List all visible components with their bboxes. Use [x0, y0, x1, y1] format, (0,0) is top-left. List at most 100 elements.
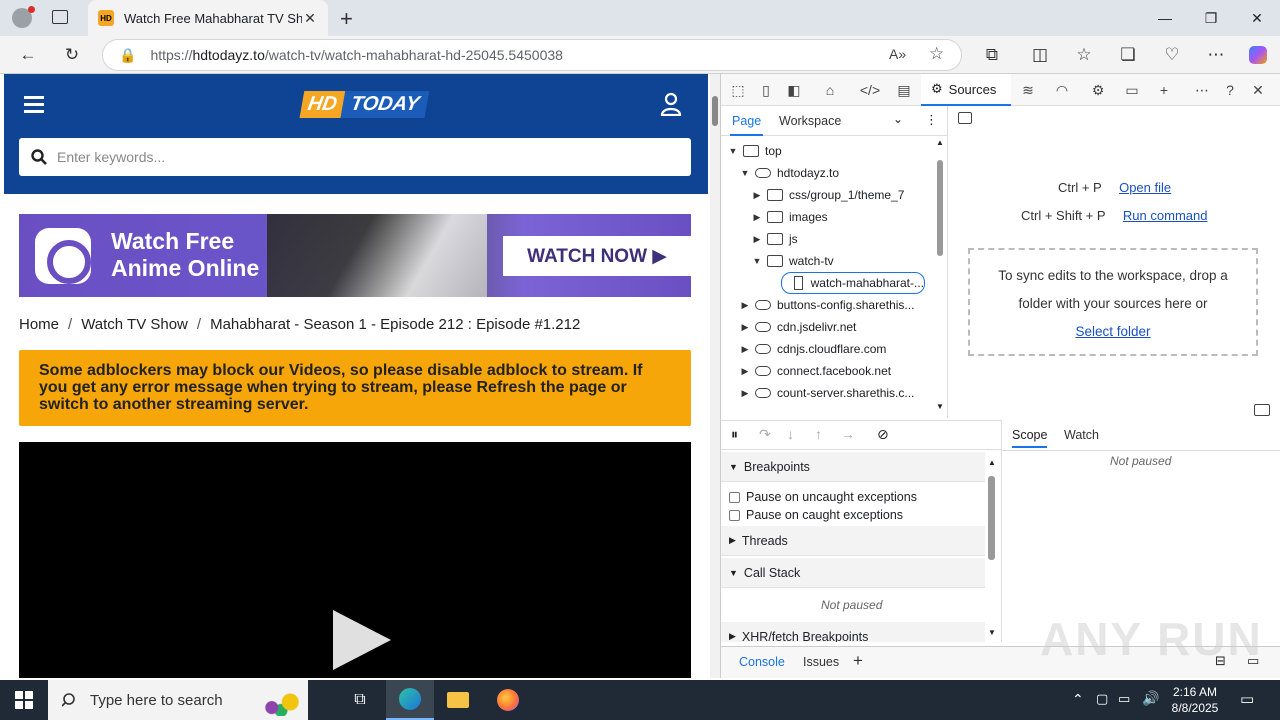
user-icon[interactable] [660, 92, 682, 117]
application-icon[interactable]: ▭ [1121, 80, 1143, 100]
extensions-icon[interactable]: ⧉ [978, 42, 1006, 68]
console-icon[interactable]: ▤ [893, 80, 915, 100]
tree-item[interactable]: ▶ images [721, 206, 828, 228]
tab-watch[interactable]: Watch [1064, 428, 1099, 442]
collections-icon[interactable]: ❏ [1114, 42, 1142, 68]
step-over-icon[interactable]: ↷ [759, 426, 771, 443]
new-tab-icon[interactable]: + [340, 6, 353, 32]
tab-actions-icon[interactable] [52, 10, 68, 24]
pause-caught-checkbox[interactable]: Pause on caught exceptions [729, 508, 903, 522]
run-command-link[interactable]: Run command [1123, 208, 1208, 223]
expand-open-icon[interactable]: ▼ [739, 168, 751, 178]
edge-taskbar-icon[interactable] [386, 680, 434, 720]
firefox-icon[interactable] [484, 680, 532, 720]
read-aloud-icon[interactable]: A» [889, 46, 906, 62]
site-info-icon[interactable]: 🔒 [119, 47, 136, 64]
tab-issues[interactable]: Issues [803, 655, 839, 669]
browser-tab[interactable]: HD Watch Free Mahabharat TV Show ✕ [88, 0, 328, 36]
file-tree-scrollbar[interactable]: ▲ ▼ [933, 136, 947, 416]
help-icon[interactable]: ? [1219, 80, 1241, 100]
restore-button[interactable]: ❐ [1188, 0, 1234, 36]
network-tray-icon[interactable]: ▭ [1118, 691, 1130, 707]
tab-close-icon[interactable]: ✕ [302, 10, 318, 27]
banner-watch-now-button[interactable]: WATCH NOW ▶ [503, 236, 691, 276]
expand-closed-icon[interactable]: ▶ [739, 300, 751, 311]
search-input[interactable] [57, 149, 657, 165]
expand-open-icon[interactable]: ▼ [751, 256, 763, 266]
expand-closed-icon[interactable]: ▶ [739, 388, 751, 399]
video-player[interactable] [19, 442, 691, 678]
tree-item[interactable]: ▶ connect.facebook.net [721, 360, 892, 382]
show-navigator-icon[interactable] [958, 112, 972, 124]
tree-item[interactable]: ▶ count-server.sharethis.c... [721, 382, 915, 404]
tree-item[interactable]: ▼ watch-tv [721, 250, 834, 272]
refresh-icon[interactable]: ↻ [58, 42, 86, 68]
tree-item[interactable]: ▶ buttons-config.sharethis... [721, 294, 915, 316]
open-file-link[interactable]: Open file [1119, 180, 1171, 195]
debugger-scrollbar[interactable]: ▲ ▼ [985, 452, 999, 642]
welcome-home-icon[interactable]: ⌂ [819, 80, 841, 100]
inspect-icon[interactable]: ⬚ [727, 80, 749, 100]
more-tabs-chevron-icon[interactable]: ⌄ [893, 112, 903, 126]
step-into-icon[interactable]: ↓ [787, 426, 794, 442]
clock[interactable]: 2:16 AM 8/8/2025 [1166, 684, 1224, 716]
pause-uncaught-checkbox[interactable]: Pause on uncaught exceptions [729, 490, 917, 504]
back-icon[interactable]: ← [14, 42, 42, 68]
expand-closed-icon[interactable]: ▶ [751, 234, 763, 245]
network-icon[interactable]: ≋ [1017, 80, 1039, 100]
url-bar[interactable]: 🔒 https://hdtodayz.to/watch-tv/watch-mah… [102, 39, 962, 71]
tab-console[interactable]: Console [739, 655, 785, 669]
xhr-breakpoints-header[interactable]: ▶ XHR/fetch Breakpoints [721, 622, 985, 642]
expand-closed-icon[interactable]: ▶ [739, 344, 751, 355]
step-out-icon[interactable]: ↑ [815, 426, 822, 442]
browser-essentials-icon[interactable]: ♡ [1158, 42, 1186, 68]
split-screen-icon[interactable]: ◫ [1026, 42, 1054, 68]
taskbar-search[interactable]: Type here to search [48, 680, 308, 720]
memory-icon[interactable]: ⚙ [1087, 80, 1109, 100]
breadcrumb-home[interactable]: Home [19, 316, 59, 333]
favorite-star-icon[interactable]: ☆ [929, 44, 944, 64]
tree-item[interactable]: ▶ css/group_1/theme_7 [721, 184, 905, 206]
url-text[interactable]: https://hdtodayz.to/watch-tv/watch-mahab… [150, 47, 563, 63]
pause-icon[interactable]: ⏸ [731, 426, 738, 443]
more-menu-icon[interactable]: ⋯ [1202, 42, 1230, 68]
expand-closed-icon[interactable]: ▶ [739, 366, 751, 377]
step-icon[interactable]: → [841, 426, 855, 442]
navigator-menu-icon[interactable]: ⋮ [925, 112, 938, 128]
expand-closed-icon[interactable]: ▶ [751, 212, 763, 223]
deactivate-breakpoints-icon[interactable]: ⊘ [877, 426, 889, 443]
volume-icon[interactable]: 🔊 [1142, 690, 1159, 707]
expand-open-icon[interactable]: ▼ [727, 146, 739, 156]
ad-banner[interactable]: Watch Free Anime Online WATCH NOW ▶ [19, 214, 691, 297]
task-view-icon[interactable]: ⧉ [336, 680, 384, 720]
expand-closed-icon[interactable]: ▶ [751, 190, 763, 201]
tree-item[interactable]: ▼ hdtodayz.to [721, 162, 840, 184]
tree-item[interactable]: ▶ cdn.jsdelivr.net [721, 316, 857, 338]
select-folder-link[interactable]: Select folder [1075, 324, 1150, 339]
copilot-icon[interactable] [1244, 42, 1272, 68]
tab-workspace[interactable]: Workspace [779, 114, 841, 128]
tree-item[interactable]: ▶ js [721, 228, 798, 250]
page-scrollbar[interactable] [710, 74, 720, 678]
site-search-box[interactable] [19, 138, 691, 176]
more-tools-icon[interactable]: + [1153, 80, 1175, 100]
device-emulation-icon[interactable]: ▯ [755, 80, 777, 100]
favorites-icon[interactable]: ☆ [1070, 42, 1098, 68]
file-explorer-icon[interactable] [434, 680, 482, 720]
site-logo[interactable]: HD TODAY [299, 88, 430, 120]
elements-icon[interactable]: </> [859, 80, 881, 100]
close-window-button[interactable]: ✕ [1234, 0, 1280, 36]
tree-item[interactable]: ▼ top [721, 140, 782, 162]
tab-scope[interactable]: Scope [1012, 428, 1048, 448]
tree-item[interactable]: watch-mahabharat-... [781, 272, 925, 294]
tree-item[interactable]: ▶ cdnjs.cloudflare.com [721, 338, 887, 360]
workspace-dropzone[interactable]: To sync edits to the workspace, drop a f… [968, 248, 1258, 356]
toggle-debugger-icon[interactable] [1254, 404, 1270, 416]
breakpoints-header[interactable]: ▼ Breakpoints [721, 452, 985, 482]
start-icon[interactable] [0, 680, 48, 720]
devtools-close-icon[interactable]: ✕ [1247, 80, 1269, 100]
minimize-button[interactable]: — [1142, 0, 1188, 36]
play-icon[interactable] [333, 610, 391, 670]
tray-chevron-icon[interactable]: ⌃ [1072, 691, 1084, 708]
devtools-more-icon[interactable]: ⋯ [1191, 80, 1213, 100]
